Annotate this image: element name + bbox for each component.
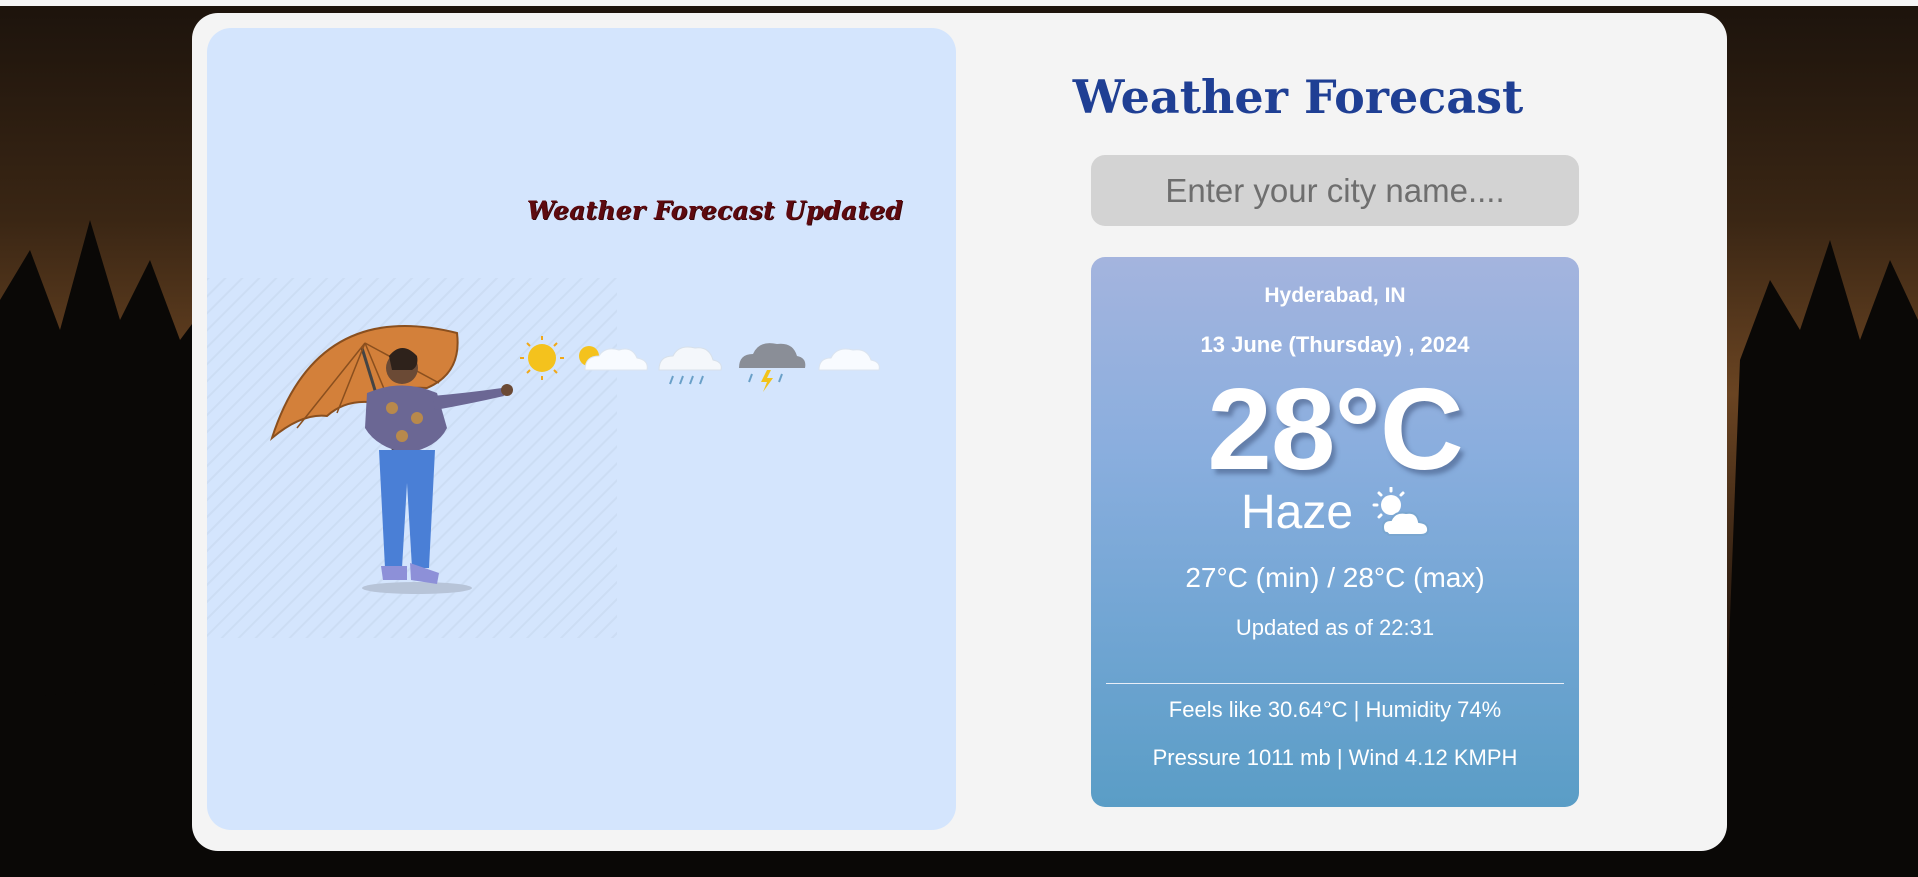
illustration-panel: Weather Forecast Updated [207, 28, 956, 830]
divider [1106, 683, 1564, 684]
updated-time: Updated as of 22:31 [1235, 615, 1435, 640]
page-title: Weather Forecast [1072, 70, 1524, 124]
weather-condition: Haze [1091, 485, 1579, 545]
umbrella-person-illustration [207, 278, 880, 638]
condition-label: Haze [1241, 486, 1354, 539]
feels-like-humidity: Feels like 30.64°C | Humidity 74% [1168, 697, 1502, 722]
cloud-icon [818, 348, 880, 371]
app-card: Weather Forecast Updated Weather Forecas… [192, 13, 1727, 851]
min-max-temperature: 27°C (min) / 28°C (max) [1185, 562, 1485, 593]
city-search-input[interactable] [1091, 155, 1579, 226]
weather-card: Hyderabad, IN 13 June (Thursday) , 2024 … [1091, 257, 1579, 807]
sun-behind-cloud-icon [579, 346, 648, 371]
illustration-title: Weather Forecast Updated [526, 196, 903, 225]
current-temperature: 28°C [1207, 364, 1463, 494]
pressure-wind: Pressure 1011 mb | Wind 4.12 KMPH [1152, 745, 1518, 770]
city-name: Hyderabad, IN [1264, 284, 1406, 307]
thunderstorm-icon [739, 343, 806, 392]
rain-cloud-icon [658, 346, 722, 385]
forecast-date: 13 June (Thursday) , 2024 [1200, 332, 1470, 357]
haze-cloud-icon [1369, 486, 1431, 544]
